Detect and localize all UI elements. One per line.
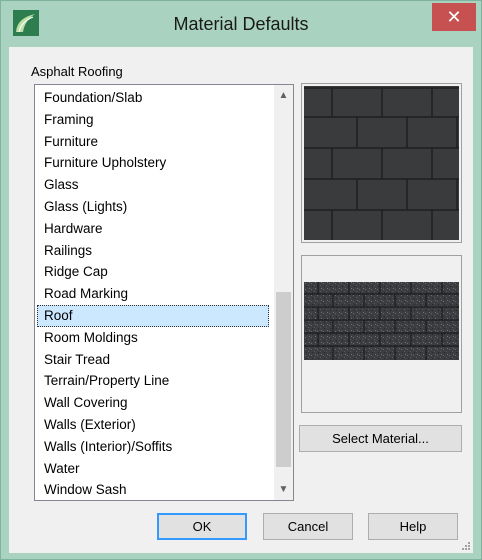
material-name-label: Asphalt Roofing: [31, 64, 123, 79]
scroll-up-button[interactable]: ▲: [274, 87, 293, 105]
material-list[interactable]: Foundation/Slab Framing Furniture Furniture…: [34, 84, 294, 501]
list-item[interactable]: Terrain/Property Line: [35, 370, 275, 392]
list-item[interactable]: Roof: [37, 304, 269, 327]
cancel-button[interactable]: Cancel: [263, 513, 353, 540]
close-button[interactable]: ✕: [432, 3, 476, 31]
list-item[interactable]: Railings: [35, 240, 275, 262]
scroll-down-button[interactable]: ▼: [274, 481, 293, 499]
list-scrollbar[interactable]: ▲ ▼: [274, 85, 293, 500]
list-item[interactable]: Walls (Exterior): [35, 414, 275, 436]
title-bar[interactable]: Material Defaults ✕: [1, 1, 481, 47]
list-item[interactable]: Ridge Cap: [35, 261, 275, 283]
list-item[interactable]: Framing: [35, 109, 275, 131]
list-item[interactable]: Road Marking: [35, 283, 275, 305]
list-item[interactable]: Stair Tread: [35, 349, 275, 371]
roof-tile-preview-image: [304, 86, 459, 240]
dialog-window: Material Defaults ✕ Asphalt Roofing Foun…: [0, 0, 482, 560]
select-material-button[interactable]: Select Material...: [299, 425, 462, 452]
list-item[interactable]: Water: [35, 458, 275, 480]
list-item[interactable]: Glass: [35, 174, 275, 196]
material-list-items: Foundation/Slab Framing Furniture Furniture…: [35, 87, 275, 500]
list-item[interactable]: Furniture: [35, 131, 275, 153]
list-item[interactable]: Foundation/Slab: [35, 87, 275, 109]
material-preview-texture: [301, 255, 462, 413]
material-preview-large: [301, 83, 462, 243]
list-item[interactable]: Walls (Interior)/Soffits: [35, 436, 275, 458]
close-icon: ✕: [446, 7, 462, 27]
help-button[interactable]: Help: [368, 513, 458, 540]
list-item[interactable]: Wall Covering: [35, 392, 275, 414]
window-title: Material Defaults: [173, 14, 309, 34]
list-item[interactable]: Window Sash: [35, 479, 275, 500]
list-item[interactable]: Room Moldings: [35, 327, 275, 349]
chevron-up-icon: ▲: [278, 90, 289, 101]
list-item[interactable]: Hardware: [35, 218, 275, 240]
ok-button[interactable]: OK: [157, 513, 247, 540]
chevron-down-icon: ▼: [278, 484, 289, 495]
list-item[interactable]: Glass (Lights): [35, 196, 275, 218]
list-item[interactable]: Furniture Upholstery: [35, 152, 275, 174]
resize-grip-icon[interactable]: [459, 541, 471, 553]
scroll-thumb[interactable]: [276, 292, 291, 467]
shingle-texture-image: [304, 282, 459, 360]
